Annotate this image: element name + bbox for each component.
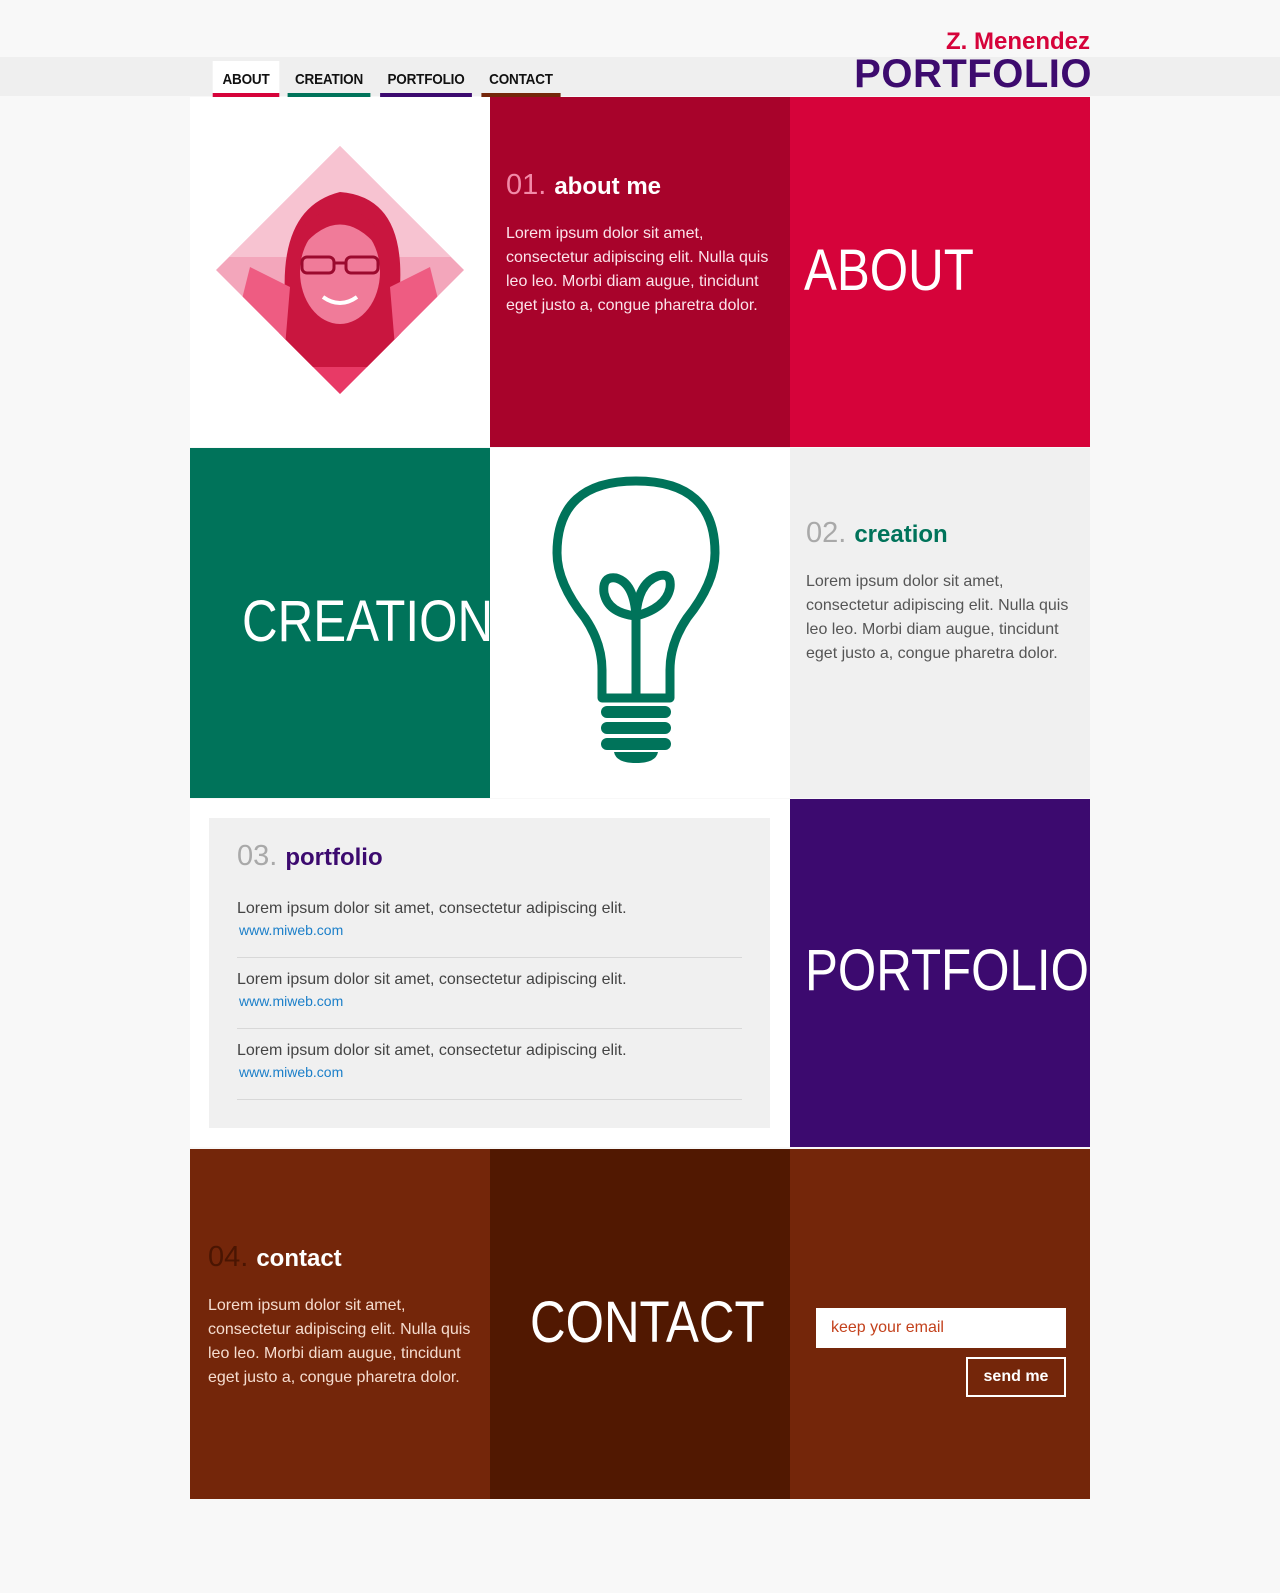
about-number: 01. [506, 169, 547, 201]
creation-body: Lorem ipsum dolor sit amet, consectetur … [806, 573, 1069, 662]
nav-item-creation[interactable]: CREATION [287, 61, 371, 97]
nav-label: CONTACT [489, 70, 553, 88]
portrait-photo [216, 146, 464, 394]
creation-word-cell: CREATION [190, 448, 490, 798]
creation-heading: 02. creation [806, 517, 1074, 550]
contact-text-cell: 04. contact Lorem ipsum dolor sit amet, … [190, 1149, 490, 1499]
lightbulb-icon [552, 476, 720, 763]
portfolio-item: Lorem ipsum dolor sit amet, consectetur … [237, 1029, 742, 1100]
portfolio-item: Lorem ipsum dolor sit amet, consectetur … [237, 887, 742, 958]
creation-big-word: CREATION [242, 589, 490, 654]
nav-label: ABOUT [222, 70, 270, 88]
nav-item-portfolio[interactable]: PORTFOLIO [380, 61, 472, 97]
portfolio-item-text: Lorem ipsum dolor sit amet, consectetur … [237, 900, 627, 917]
about-heading: 01. about me [506, 169, 774, 202]
portfolio-big-word: PORTFOLIO [805, 938, 1089, 1003]
contact-big-word: CONTACT [530, 1290, 765, 1355]
contact-title: contact [256, 1245, 342, 1272]
portfolio-title: portfolio [285, 844, 383, 871]
portfolio-list-cell: 03. portfolio Lorem ipsum dolor sit amet… [190, 799, 790, 1147]
email-input[interactable] [816, 1308, 1066, 1348]
portfolio-item-text: Lorem ipsum dolor sit amet, consectetur … [237, 1042, 627, 1059]
portfolio-number: 03. [237, 840, 278, 872]
nav-label: PORTFOLIO [387, 70, 465, 88]
nav-label: CREATION [294, 70, 364, 88]
about-word-cell: ABOUT [790, 97, 1090, 447]
contact-heading: 04. contact [208, 1241, 474, 1274]
about-text-cell: 01. about me Lorem ipsum dolor sit amet,… [490, 97, 790, 447]
send-button[interactable]: send me [966, 1357, 1066, 1397]
contact-form-cell: send me [790, 1149, 1090, 1499]
about-title: about me [554, 173, 662, 200]
about-photo-cell [190, 97, 490, 447]
about-body: Lorem ipsum dolor sit amet, consectetur … [506, 225, 769, 314]
contact-word-cell: CONTACT [490, 1149, 790, 1499]
contact-body: Lorem ipsum dolor sit amet, consectetur … [208, 1297, 471, 1386]
main-nav: ABOUT CREATION PORTFOLIO CONTACT [209, 61, 565, 97]
contact-number: 04. [208, 1241, 249, 1273]
portfolio-item-text: Lorem ipsum dolor sit amet, consectetur … [237, 971, 627, 988]
portfolio-item-link[interactable]: www.miweb.com [237, 1061, 742, 1083]
brand: Z. Menendez PORTFOLIO [854, 28, 1092, 96]
portfolio-item-link[interactable]: www.miweb.com [237, 919, 742, 941]
about-big-word: ABOUT [804, 238, 974, 303]
creation-title: creation [854, 521, 948, 548]
portfolio-word-cell: PORTFOLIO [790, 799, 1090, 1147]
creation-text-cell: 02. creation Lorem ipsum dolor sit amet,… [790, 448, 1090, 798]
portfolio-heading: 03. portfolio [237, 840, 742, 873]
nav-item-contact[interactable]: CONTACT [481, 61, 561, 97]
portfolio-box: 03. portfolio Lorem ipsum dolor sit amet… [209, 818, 770, 1128]
creation-number: 02. [806, 517, 847, 549]
brand-title: PORTFOLIO [854, 52, 1092, 96]
creation-icon-cell [490, 448, 790, 798]
portfolio-item-link[interactable]: www.miweb.com [237, 990, 742, 1012]
nav-item-about[interactable]: ABOUT [212, 61, 280, 97]
portfolio-item: Lorem ipsum dolor sit amet, consectetur … [237, 958, 742, 1029]
